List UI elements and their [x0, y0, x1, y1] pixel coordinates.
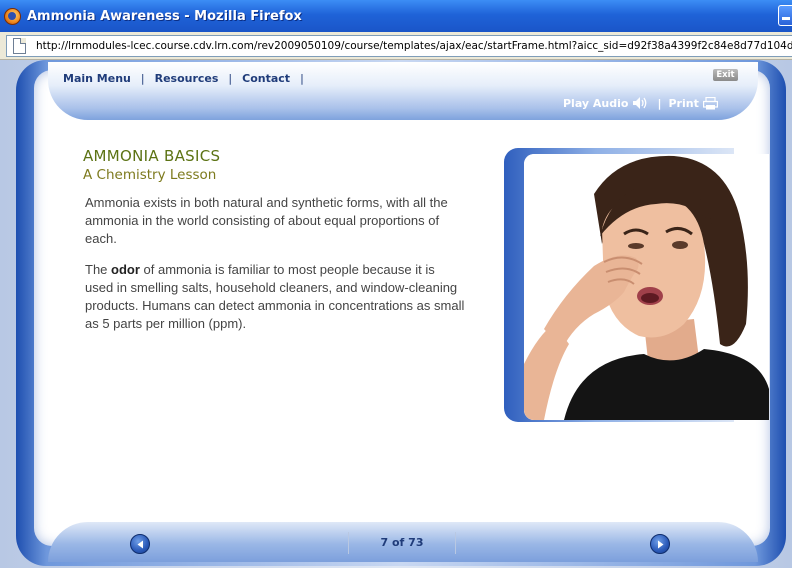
paragraph-text: of ammonia is familiar to most people be… [85, 262, 465, 331]
lesson-paragraph-2: The odor of ammonia is familiar to most … [85, 261, 465, 333]
url-field[interactable]: http://lrnmodules-lcec.course.cdv.lrn.co… [6, 34, 792, 57]
previous-page-button[interactable] [130, 534, 150, 554]
prev-arrow-icon [137, 540, 143, 549]
page-counter: 7 of 73 [348, 532, 456, 554]
nav-contact[interactable]: Contact [242, 72, 290, 85]
play-audio-button[interactable]: Play Audio [563, 96, 650, 110]
lesson-title: AMMONIA BASICS [83, 147, 221, 165]
course-player: Main Menu | Resources | Contact | Exit P… [0, 60, 792, 568]
nav-main-menu[interactable]: Main Menu [63, 72, 131, 85]
lesson-subtitle: A Chemistry Lesson [83, 167, 217, 183]
utility-navigation: Play Audio | Print [563, 95, 718, 111]
nav-resources[interactable]: Resources [155, 72, 219, 85]
paragraph-text: The [85, 262, 112, 277]
print-label: Print [668, 96, 699, 110]
printer-icon [702, 96, 718, 109]
print-button[interactable]: Print [668, 96, 718, 110]
lesson-paragraph-1: Ammonia exists in both natural and synth… [85, 195, 448, 246]
exit-button[interactable]: Exit [713, 69, 738, 81]
page-icon [13, 37, 26, 54]
window-titlebar: Ammonia Awareness - Mozilla Firefox [0, 0, 792, 32]
firefox-icon [4, 7, 21, 25]
url-text: http://lrnmodules-lcec.course.cdv.lrn.co… [36, 39, 792, 52]
window-title: Ammonia Awareness - Mozilla Firefox [27, 8, 302, 24]
minimize-button[interactable] [778, 5, 792, 26]
nav-separator: | [140, 71, 145, 85]
next-page-button[interactable] [650, 534, 670, 554]
play-audio-label: Play Audio [563, 96, 629, 110]
lesson-photo [524, 154, 769, 420]
paragraph-emphasis: odor [111, 262, 140, 277]
main-navigation: Main Menu | Resources | Contact | [63, 70, 314, 86]
address-bar: http://lrnmodules-lcec.course.cdv.lrn.co… [0, 32, 792, 60]
woman-holding-nose-illustration [524, 154, 769, 420]
nav-separator: | [300, 71, 304, 85]
nav-separator: | [228, 71, 233, 85]
speaker-icon [633, 97, 647, 109]
next-arrow-icon [658, 540, 664, 549]
utility-separator: | [657, 96, 662, 110]
